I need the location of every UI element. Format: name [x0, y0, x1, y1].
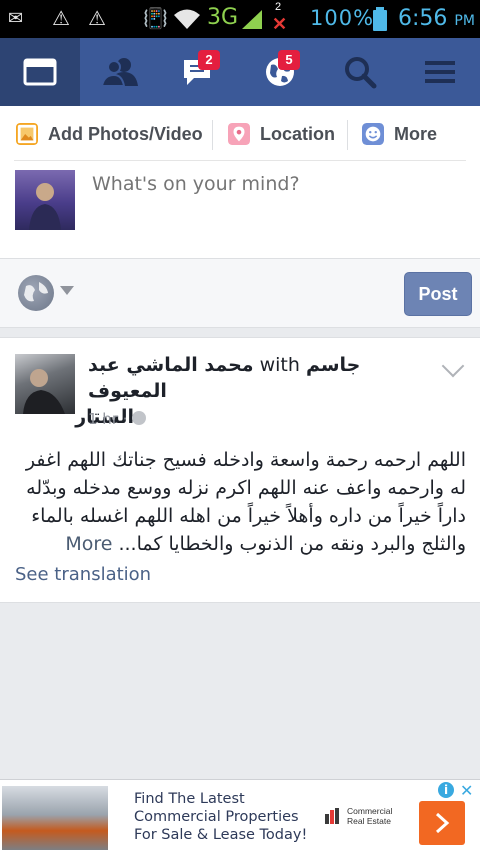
ad-logo-line1: Commercial	[347, 806, 393, 816]
smiley-icon	[362, 123, 384, 145]
add-photos-label: Add Photos/Video	[48, 123, 203, 144]
vibrate-icon: 📳	[143, 6, 168, 30]
ad-cta-button[interactable]	[419, 801, 465, 845]
nav-messages[interactable]: 2	[160, 38, 240, 106]
post-bar: Post	[0, 258, 480, 328]
with-label: with	[259, 354, 300, 376]
add-photos-button[interactable]: Add Photos/Video	[16, 118, 203, 150]
status-bar: ✉ ⚠ ⚠ 📳 3G 2 ✕ 100% 6:56 PM	[0, 0, 480, 38]
search-icon	[345, 57, 377, 89]
battery-icon	[373, 7, 387, 31]
divider	[212, 120, 213, 150]
globe-icon	[24, 282, 48, 302]
network-type: 3G	[207, 5, 239, 30]
avatar	[15, 170, 75, 230]
audience-globe-icon	[132, 411, 147, 425]
clock-ampm: PM	[454, 13, 475, 29]
see-more-link[interactable]: More	[65, 533, 112, 555]
missed-call-icon: ✕	[272, 14, 288, 34]
chevron-right-icon	[435, 812, 450, 834]
story-time[interactable]: 1 hr	[88, 410, 118, 428]
warning-icon: ⚠	[52, 6, 70, 30]
privacy-globe-icon[interactable]	[18, 275, 54, 311]
ad-logo-line2: Real Estate	[347, 816, 391, 826]
separator-dot: ·	[122, 410, 133, 428]
location-button[interactable]: Location	[228, 118, 335, 150]
ad-banner[interactable]: Find The Latest Commercial Properties Fo…	[0, 779, 480, 855]
story-meta: 1 hr ·	[88, 410, 147, 428]
ad-logo: Commercial Real Estate	[325, 804, 405, 828]
divider	[14, 160, 466, 161]
status-composer: Add Photos/Video Location More	[0, 106, 480, 258]
more-button[interactable]: More	[362, 118, 437, 150]
signal-icon	[242, 10, 262, 29]
photo-icon	[16, 123, 38, 145]
ad-line3: For Sale & Lease Today!	[134, 827, 308, 843]
status-input[interactable]	[90, 172, 454, 196]
nav-news-feed[interactable]	[0, 38, 80, 106]
user-photo	[29, 183, 61, 230]
menu-icon	[425, 61, 455, 83]
warning-icon: ⚠	[88, 6, 106, 30]
friends-icon	[100, 58, 138, 87]
notifications-badge: 5	[278, 50, 300, 70]
ad-image[interactable]	[2, 786, 108, 850]
story-options-chevron-icon[interactable]	[441, 354, 465, 378]
story-header-line1: محمد الماشي عبد with جاسم المعيوف	[88, 352, 418, 404]
see-translation-link[interactable]: See translation	[15, 564, 151, 585]
post-button[interactable]: Post	[404, 272, 472, 316]
ad-text[interactable]: Find The Latest Commercial Properties Fo…	[134, 790, 307, 844]
ad-close-icon[interactable]: ✕	[460, 781, 473, 800]
messages-badge: 2	[198, 50, 220, 70]
story-text: اللهم ارحمه رحمة واسعة وادخله فسيح جناتك…	[14, 446, 466, 558]
more-label: More	[394, 123, 438, 144]
email-icon: ✉	[8, 8, 24, 29]
wifi-icon	[174, 9, 200, 29]
missed-call-count: 2	[275, 1, 282, 13]
clock-time: 6:56	[398, 6, 448, 31]
author-photo	[23, 369, 65, 414]
ad-line2: Commercial Properties	[134, 809, 299, 825]
avatar[interactable]	[15, 354, 75, 414]
author-name[interactable]: محمد الماشي عبد	[88, 354, 254, 376]
top-nav-bar: 2 5	[0, 38, 480, 106]
nav-friend-requests[interactable]	[80, 38, 160, 106]
clock: 6:56 PM	[398, 6, 475, 31]
divider	[347, 120, 348, 150]
news-feed-icon	[23, 58, 57, 86]
ad-line1: Find The Latest	[134, 791, 245, 807]
battery-level: 100%	[310, 6, 375, 30]
ad-info-icon[interactable]: i	[438, 782, 454, 798]
nav-search[interactable]	[320, 38, 400, 106]
building-icon	[325, 808, 339, 824]
nav-menu[interactable]	[400, 38, 480, 106]
location-pin-icon	[228, 123, 250, 145]
location-label: Location	[260, 123, 335, 144]
nav-notifications[interactable]: 5	[240, 38, 320, 106]
chevron-down-icon[interactable]	[60, 286, 74, 295]
feed-story: محمد الماشي عبد with جاسم المعيوف الستار…	[0, 337, 480, 603]
